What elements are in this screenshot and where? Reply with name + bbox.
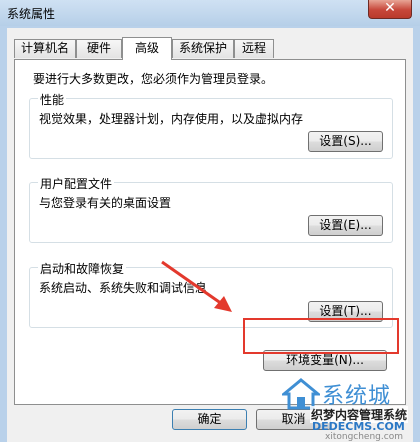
tab-remote[interactable]: 远程 <box>234 39 274 58</box>
tab-hardware[interactable]: 硬件 <box>76 39 122 58</box>
tab-computer-name[interactable]: 计算机名 <box>14 39 76 58</box>
title-bar[interactable]: 系统属性 ✕ <box>0 0 420 26</box>
user-profiles-title: 用户配置文件 <box>38 175 115 192</box>
ok-button[interactable]: 确定 <box>172 409 247 430</box>
user-profiles-group: 用户配置文件 与您登录有关的桌面设置 设置(E)... <box>29 175 393 243</box>
performance-title: 性能 <box>38 91 67 108</box>
tab-strip: 计算机名 硬件 高级 系统保护 远程 <box>14 37 406 60</box>
system-properties-window: 系统属性 ✕ 计算机名 硬件 高级 系统保护 远程 要进行大多数更改，您必须作为… <box>0 0 420 442</box>
startup-recovery-title: 启动和故障恢复 <box>38 260 127 277</box>
performance-settings-button[interactable]: 设置(S)... <box>308 131 383 152</box>
close-icon: ✕ <box>384 0 396 16</box>
performance-description: 视觉效果，处理器计划，内存使用，以及虚拟内存 <box>39 112 304 126</box>
close-button[interactable]: ✕ <box>368 0 412 19</box>
window-title: 系统属性 <box>7 7 56 21</box>
annotation-arrow-icon <box>161 260 232 312</box>
annotation-highlight-box <box>243 318 399 354</box>
user-profiles-description: 与您登录有关的桌面设置 <box>39 196 172 210</box>
tab-system-protection[interactable]: 系统保护 <box>172 39 234 58</box>
admin-notice: 要进行大多数更改，您必须作为管理员登录。 <box>33 72 274 86</box>
watermark-domain-secondary: xitongcheng.com <box>325 432 403 442</box>
performance-group: 性能 视觉效果，处理器计划，内存使用，以及虚拟内存 设置(S)... <box>29 91 393 159</box>
user-profiles-settings-button[interactable]: 设置(E)... <box>308 215 383 236</box>
tab-advanced[interactable]: 高级 <box>122 37 172 60</box>
